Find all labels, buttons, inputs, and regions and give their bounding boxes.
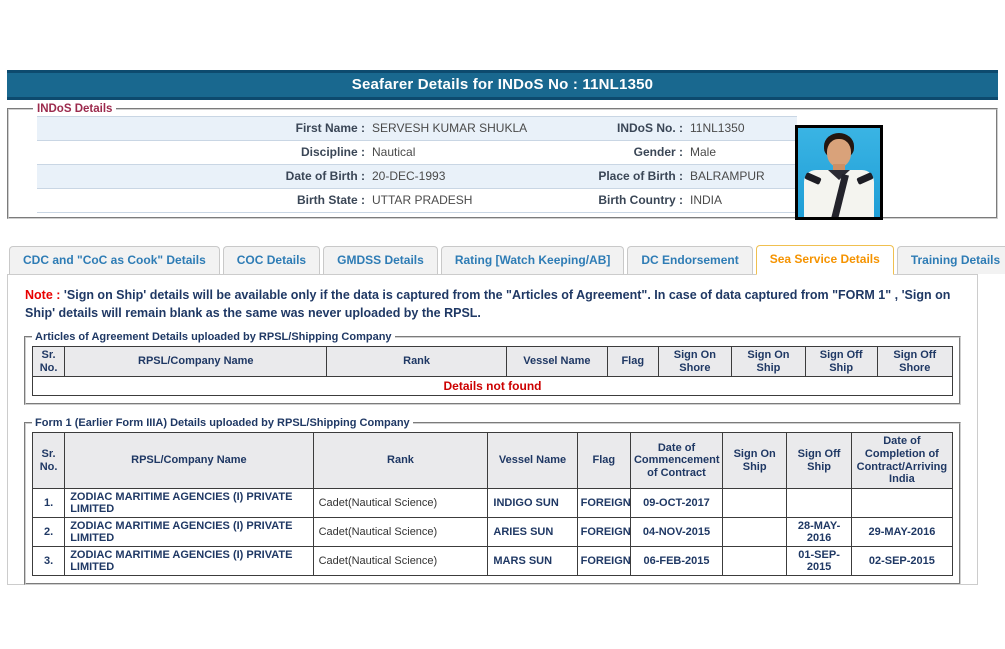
field-value: 20-DEC-1993 (372, 169, 446, 183)
cell-sign-off-ship: 01-SEP-2015 (786, 545, 852, 576)
field-label: Birth State : (296, 193, 365, 207)
column-header: Rank (312, 432, 489, 489)
cell-sign-on-ship (721, 516, 788, 547)
column-header: Rank (326, 345, 507, 378)
cell-company: ZODIAC MARITIME AGENCIES (I) PRIVATE LIM… (64, 545, 314, 576)
cell-company: ZODIAC MARITIME AGENCIES (I) PRIVATE LIM… (64, 516, 314, 547)
field-value: 11NL1350 (690, 121, 745, 135)
articles-table: Sr. No. RPSL/Company Name Rank Vessel Name F… (31, 345, 953, 397)
field-label: Place of Birth : (598, 169, 683, 183)
table-row: 3. ZODIAC MARITIME AGENCIES (I) PRIVATE L… (31, 545, 954, 576)
page-title: Seafarer Details for INDoS No : 11NL1350 (7, 70, 998, 100)
field-value: UTTAR PRADESH (372, 193, 473, 207)
tab-training[interactable]: Training Details (896, 246, 1005, 274)
cell-company: ZODIAC MARITIME AGENCIES (I) PRIVATE LIM… (64, 487, 314, 518)
cell-sr: 3. (31, 545, 66, 576)
tab-dc-endorsement[interactable]: DC Endorsement (627, 246, 753, 274)
details-not-found-message: Details not found (32, 376, 953, 397)
cell-flag: FOREIGN (576, 545, 631, 576)
cell-sign-off-ship: 28-MAY-2016 (786, 516, 852, 547)
field-label: Date of Birth : (285, 169, 365, 183)
cell-commencement: 04-NOV-2015 (629, 516, 723, 547)
indos-row: Date of Birth : 20-DEC-1993 Place of Birth… (37, 165, 797, 189)
table-row: 2. ZODIAC MARITIME AGENCIES (I) PRIVATE L… (31, 516, 954, 547)
column-header: Sign On Shore (657, 345, 733, 378)
field-value: Male (690, 145, 717, 159)
column-header: Date of Completion of Contract/Arriving … (850, 432, 954, 489)
seafarer-photo (795, 125, 883, 220)
indos-details-section: INDoS Details First Name : SERVESH KUMAR … (7, 103, 998, 220)
form1-body: 1. ZODIAC MARITIME AGENCIES (I) PRIVATE L… (31, 487, 954, 576)
column-header: Flag (576, 432, 631, 489)
indos-rows: First Name : SERVESH KUMAR SHUKLA INDoS No… (37, 116, 797, 213)
column-header: Flag (606, 345, 659, 378)
field-label: Discipline : (300, 145, 365, 159)
cell-flag: FOREIGN (576, 487, 631, 518)
tab-gmdss[interactable]: GMDSS Details (323, 246, 438, 274)
header-row: Sr. No. RPSL/Company Name Rank Vessel Name F… (31, 345, 953, 378)
column-header: Sign Off Ship (786, 432, 852, 489)
column-header: Sign Off Shore (876, 345, 953, 378)
form1-table: Sr. No. RPSL/Company Name Rank Vessel Name F… (31, 432, 954, 576)
indos-row: Discipline : Nautical Gender : Male (37, 141, 797, 165)
column-header: Vessel Name (487, 432, 578, 489)
cell-completion (850, 487, 954, 518)
field-value: Nautical (372, 145, 416, 159)
column-header: Sr. No. (31, 432, 66, 489)
cell-sr: 2. (31, 516, 66, 547)
cell-flag: FOREIGN (576, 516, 631, 547)
articles-of-agreement-section: Articles of Agreement Details uploaded b… (24, 331, 961, 406)
column-header: Sr. No. (31, 345, 66, 378)
table-row: Details not found (32, 376, 953, 397)
cell-sign-on-ship (721, 545, 788, 576)
note-text: Note : 'Sign on Ship' details will be av… (25, 287, 960, 322)
tab-bar: CDC and "CoC as Cook" Details COC Details… (9, 245, 1005, 275)
cell-completion: 29-MAY-2016 (850, 516, 954, 547)
indos-row: First Name : SERVESH KUMAR SHUKLA INDoS No… (37, 117, 797, 141)
form1-legend: Form 1 (Earlier Form IIIA) Details uploa… (35, 417, 410, 430)
column-header: Sign On Ship (731, 345, 806, 378)
field-label: First Name : (295, 121, 365, 135)
tab-coc[interactable]: COC Details (222, 246, 321, 274)
cell-rank: Cadet(Nautical Science) (312, 516, 489, 547)
field-value: BALRAMPUR (690, 169, 765, 183)
articles-head: Sr. No. RPSL/Company Name Rank Vessel Name F… (31, 345, 953, 378)
cell-commencement: 06-FEB-2015 (629, 545, 723, 576)
cell-rank: Cadet(Nautical Science) (312, 545, 489, 576)
articles-legend: Articles of Agreement Details uploaded b… (35, 331, 392, 343)
field-label: INDoS No. : (617, 121, 683, 135)
form1-head: Sr. No. RPSL/Company Name Rank Vessel Name F… (31, 432, 954, 489)
sea-service-panel: Note : 'Sign on Ship' details will be av… (7, 274, 978, 585)
field-label: Gender : (633, 145, 683, 159)
cell-sign-off-ship (786, 487, 852, 518)
note-body: 'Sign on Ship' details will be available… (25, 288, 951, 320)
cell-commencement: 09-OCT-2017 (629, 487, 723, 518)
form1-section: Form 1 (Earlier Form IIIA) Details uploa… (24, 417, 961, 585)
cell-sign-on-ship (721, 487, 788, 518)
field-value: INDIA (690, 193, 723, 207)
column-header: Sign On Ship (721, 432, 788, 489)
cell-vessel: INDIGO SUN (487, 487, 578, 518)
cell-completion: 02-SEP-2015 (850, 545, 954, 576)
column-header: RPSL/Company Name (64, 345, 328, 378)
field-label: Birth Country : (598, 193, 683, 207)
column-header: Sign Off Ship (804, 345, 878, 378)
cell-sr: 1. (31, 487, 66, 518)
table-row: 1. ZODIAC MARITIME AGENCIES (I) PRIVATE L… (31, 487, 954, 518)
cell-vessel: MARS SUN (487, 545, 578, 576)
tab-cdc-coc-as-cook[interactable]: CDC and "CoC as Cook" Details (9, 246, 220, 274)
column-header: Vessel Name (505, 345, 608, 378)
indos-row: Birth State : UTTAR PRADESH Birth Country … (37, 189, 797, 213)
field-value: SERVESH KUMAR SHUKLA (372, 121, 528, 135)
cell-vessel: ARIES SUN (487, 516, 578, 547)
column-header: RPSL/Company Name (64, 432, 314, 489)
cell-rank: Cadet(Nautical Science) (312, 487, 489, 518)
photo-face (827, 139, 851, 167)
column-header: Date of Commencement of Contract (629, 432, 723, 489)
header-row: Sr. No. RPSL/Company Name Rank Vessel Name F… (31, 432, 954, 489)
note-label: Note : (25, 288, 61, 302)
tab-rating[interactable]: Rating [Watch Keeping/AB] (440, 246, 625, 274)
indos-details-legend: INDoS Details (37, 103, 113, 115)
tab-sea-service[interactable]: Sea Service Details (755, 245, 894, 275)
